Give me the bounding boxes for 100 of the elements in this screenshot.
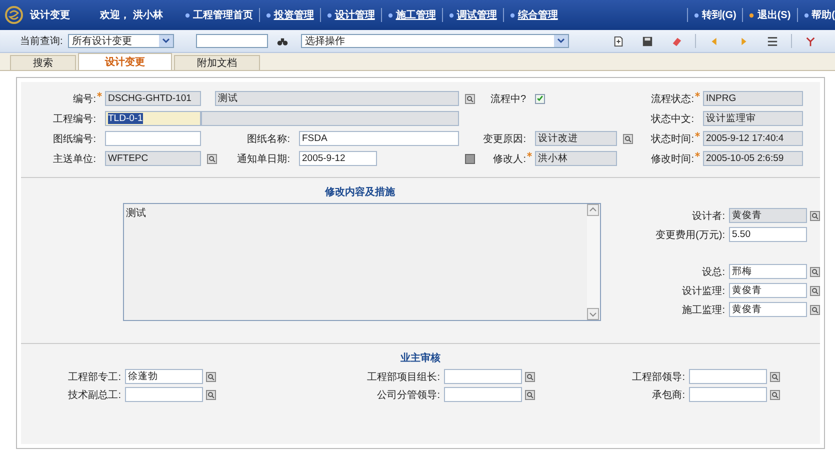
nav-link[interactable]: 综合管理: [518, 8, 558, 22]
app-title: 设计变更: [30, 8, 70, 22]
field-label: 流程状态:: [651, 92, 695, 106]
field-label: 变更费用(万元):: [654, 228, 726, 242]
field-label: 承包商:: [651, 388, 686, 402]
text-field[interactable]: 徐蓬勃: [125, 369, 203, 384]
bullet-icon: [184, 12, 190, 18]
lookup-icon[interactable]: [810, 210, 820, 220]
text-field[interactable]: [689, 369, 767, 384]
text-field[interactable]: 洪小林: [535, 151, 617, 166]
lookup-icon[interactable]: [623, 134, 633, 144]
caret-icon: [162, 38, 170, 44]
field-label: 技术副总工:: [67, 388, 122, 402]
required-icon: [695, 152, 700, 157]
save-icon[interactable]: [642, 36, 653, 46]
lookup-icon[interactable]: [810, 286, 820, 296]
field-label: 设计者:: [691, 210, 726, 222]
tab[interactable]: 搜索: [10, 55, 76, 70]
text-field[interactable]: 邢梅: [729, 264, 807, 279]
calendar-icon[interactable]: [465, 154, 475, 164]
field-label: 设总:: [701, 266, 726, 278]
text-field[interactable]: DSCHG-GHTD-101: [105, 91, 201, 106]
new-document-icon[interactable]: [612, 36, 624, 46]
lookup-icon[interactable]: [810, 304, 820, 314]
query-select[interactable]: 所有设计变更: [68, 34, 174, 48]
lookup-icon[interactable]: [810, 266, 820, 276]
bullet-icon: [326, 12, 332, 18]
header-link[interactable]: 转到(G): [702, 8, 736, 22]
lookup-icon[interactable]: [206, 372, 216, 382]
field-label: 主送单位:: [53, 152, 97, 166]
section-title: 修改内容及措施: [324, 185, 396, 200]
lookup-icon[interactable]: [525, 390, 535, 400]
text-field[interactable]: 设计监理审: [703, 111, 803, 126]
list-icon[interactable]: [766, 36, 778, 46]
required-icon: [527, 152, 532, 157]
field-label: 流程中?: [490, 92, 527, 106]
field-label: 工程部领导:: [631, 370, 686, 384]
required-icon: [695, 132, 700, 137]
text-field[interactable]: [444, 369, 522, 384]
text-field[interactable]: 测试: [215, 91, 459, 106]
scroll-up-icon[interactable]: [587, 204, 599, 216]
text-field[interactable]: [444, 387, 522, 402]
text-field[interactable]: 黄俊青: [729, 302, 807, 317]
bullet-icon: [266, 12, 271, 18]
lookup-icon[interactable]: [207, 154, 217, 164]
search-field[interactable]: [196, 34, 268, 48]
logo-icon: [4, 5, 24, 25]
tab[interactable]: 附加文档: [174, 55, 260, 70]
lookup-icon[interactable]: [770, 372, 780, 382]
checkbox[interactable]: [535, 94, 545, 104]
text-field[interactable]: FSDA: [299, 131, 459, 146]
query-label: 当前查询:: [20, 34, 63, 48]
text-field[interactable]: [201, 111, 459, 126]
field-label: 通知单日期:: [237, 152, 291, 166]
lookup-icon[interactable]: [770, 390, 780, 400]
text-field[interactable]: 2005-9-12 17:40:4: [703, 131, 803, 146]
field-label: 设计监理:: [681, 284, 726, 298]
tab[interactable]: 设计变更: [78, 53, 172, 70]
nav-link[interactable]: 施工管理: [396, 8, 436, 22]
eraser-icon[interactable]: [670, 36, 682, 46]
field-label: 工程编号:: [53, 112, 97, 126]
text-field[interactable]: WFTEPC: [105, 151, 201, 166]
text-field[interactable]: 黄俊青: [729, 283, 807, 298]
binoculars-icon[interactable]: [276, 36, 288, 46]
scrollbar[interactable]: [587, 204, 600, 320]
content-textarea[interactable]: 测试: [123, 203, 601, 321]
nav-link[interactable]: 投资管理: [274, 8, 314, 22]
field-label: 图纸名称:: [247, 132, 291, 146]
action-select[interactable]: 选择操作: [300, 34, 569, 48]
nav-link[interactable]: 调试管理: [456, 8, 497, 22]
nav-link[interactable]: 设计管理: [334, 8, 375, 22]
text-field[interactable]: 设计改进: [535, 131, 617, 146]
required-icon: [97, 92, 102, 97]
text-field[interactable]: 2005-9-12: [299, 151, 377, 166]
text-field[interactable]: 2005-10-05 2:6:59: [703, 151, 803, 166]
caret-icon: [556, 38, 565, 44]
field-label: 编号:: [73, 92, 97, 106]
field-label: 施工监理:: [681, 304, 726, 316]
lookup-icon[interactable]: [465, 94, 475, 104]
text-field[interactable]: TLD-0-1: [105, 111, 201, 126]
header-link[interactable]: 帮助(: [812, 8, 835, 22]
text-field[interactable]: [105, 131, 201, 146]
text-field[interactable]: [689, 387, 767, 402]
lookup-icon[interactable]: [206, 390, 216, 400]
nav-link[interactable]: 工程管理首页: [192, 8, 253, 22]
header-link[interactable]: 退出(S): [757, 8, 791, 22]
required-icon: [695, 92, 700, 97]
field-label: 修改人:: [493, 152, 527, 166]
text-field[interactable]: [125, 387, 203, 402]
field-label: 状态中文:: [651, 112, 695, 126]
text-field[interactable]: INPRG: [703, 91, 803, 106]
text-field[interactable]: 5.50: [729, 227, 807, 242]
bullet-icon: [448, 12, 454, 18]
scroll-down-icon[interactable]: [587, 308, 599, 320]
field-label: 公司分管领导:: [376, 388, 441, 402]
field-label: 修改时间:: [651, 152, 695, 166]
lookup-icon[interactable]: [525, 372, 535, 382]
text-field[interactable]: 黄俊青: [729, 208, 807, 223]
field-label: 工程部专工:: [67, 370, 122, 384]
branch-icon[interactable]: [804, 36, 816, 46]
